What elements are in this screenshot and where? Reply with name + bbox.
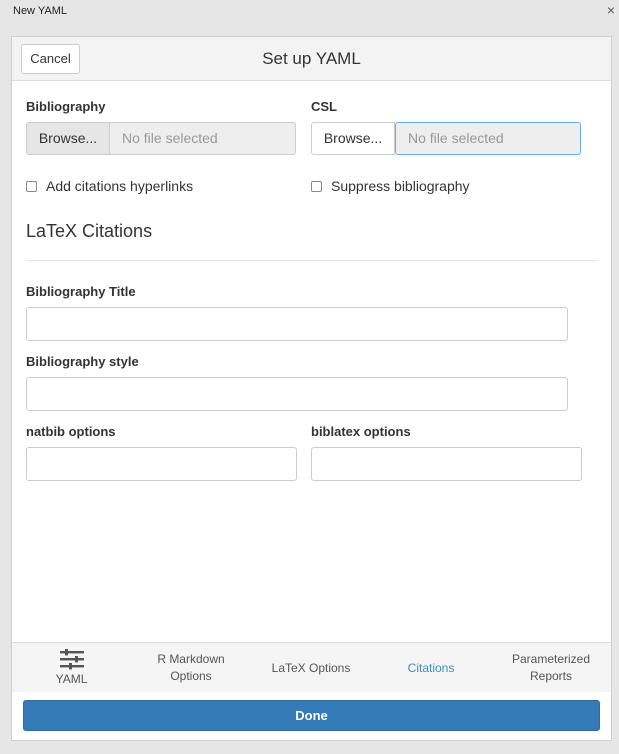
bibliography-title-input[interactable]: [26, 307, 568, 341]
natbib-options-input[interactable]: [26, 447, 297, 481]
bibliography-label: Bibliography: [26, 99, 106, 114]
window-titlebar: New YAML ×: [0, 0, 619, 23]
tab-yaml-label: YAML: [55, 672, 88, 686]
dialog-title: Set up YAML: [262, 49, 361, 68]
suppress-bibliography-checkbox[interactable]: [311, 180, 322, 192]
latex-citations-heading: LaTeX Citations: [26, 221, 153, 241]
csl-file-display: No file selected: [395, 122, 581, 155]
tab-parameterized-label-line2: Reports: [529, 669, 573, 683]
add-citations-hyperlinks-option[interactable]: Add citations hyperlinks: [26, 178, 193, 194]
sliders-icon: [59, 648, 85, 670]
csl-file-input[interactable]: Browse... No file selected: [311, 122, 581, 155]
tab-latex-options-label: LaTeX Options: [271, 660, 351, 675]
bibliography-title-label: Bibliography Title: [26, 284, 136, 299]
tab-citations-label: Citations: [407, 660, 455, 675]
natbib-options-label: natbib options: [26, 424, 116, 439]
tab-r-markdown-label-line1: R Markdown: [157, 652, 225, 666]
tab-parameterized-reports[interactable]: Parameterized Reports: [491, 643, 611, 693]
add-citations-checkbox[interactable]: [26, 180, 37, 192]
close-icon[interactable]: ×: [603, 1, 619, 19]
suppress-bibliography-option[interactable]: Suppress bibliography: [311, 178, 470, 194]
yaml-dialog: Cancel Set up YAML Bibliography Browse..…: [11, 36, 612, 741]
bibliography-browse-button[interactable]: Browse...: [26, 122, 110, 155]
tab-latex-options[interactable]: LaTeX Options: [251, 643, 371, 693]
biblatex-options-input[interactable]: [311, 447, 582, 481]
dialog-header: Cancel Set up YAML: [12, 37, 611, 81]
done-button[interactable]: Done: [23, 700, 600, 731]
section-divider: [26, 260, 598, 261]
biblatex-options-label: biblatex options: [311, 424, 411, 439]
bibliography-file-input[interactable]: Browse... No file selected: [26, 122, 296, 155]
csl-label: CSL: [311, 99, 337, 114]
bibliography-file-display: No file selected: [110, 122, 296, 155]
add-citations-label: Add citations hyperlinks: [46, 178, 194, 194]
tab-r-markdown-label-line2: Options: [170, 669, 212, 683]
tab-citations[interactable]: Citations: [371, 643, 491, 693]
bibliography-style-label: Bibliography style: [26, 354, 139, 369]
bibliography-style-input[interactable]: [26, 377, 568, 411]
tab-bar: YAML R Markdown Options LaTeX Options Ci…: [12, 642, 611, 692]
tab-parameterized-label-line1: Parameterized: [511, 652, 591, 666]
tab-r-markdown-options[interactable]: R Markdown Options: [131, 643, 251, 693]
window-title: New YAML: [13, 5, 68, 17]
tab-yaml[interactable]: YAML: [12, 643, 131, 693]
suppress-bibliography-label: Suppress bibliography: [331, 178, 470, 194]
csl-browse-button[interactable]: Browse...: [311, 122, 395, 155]
